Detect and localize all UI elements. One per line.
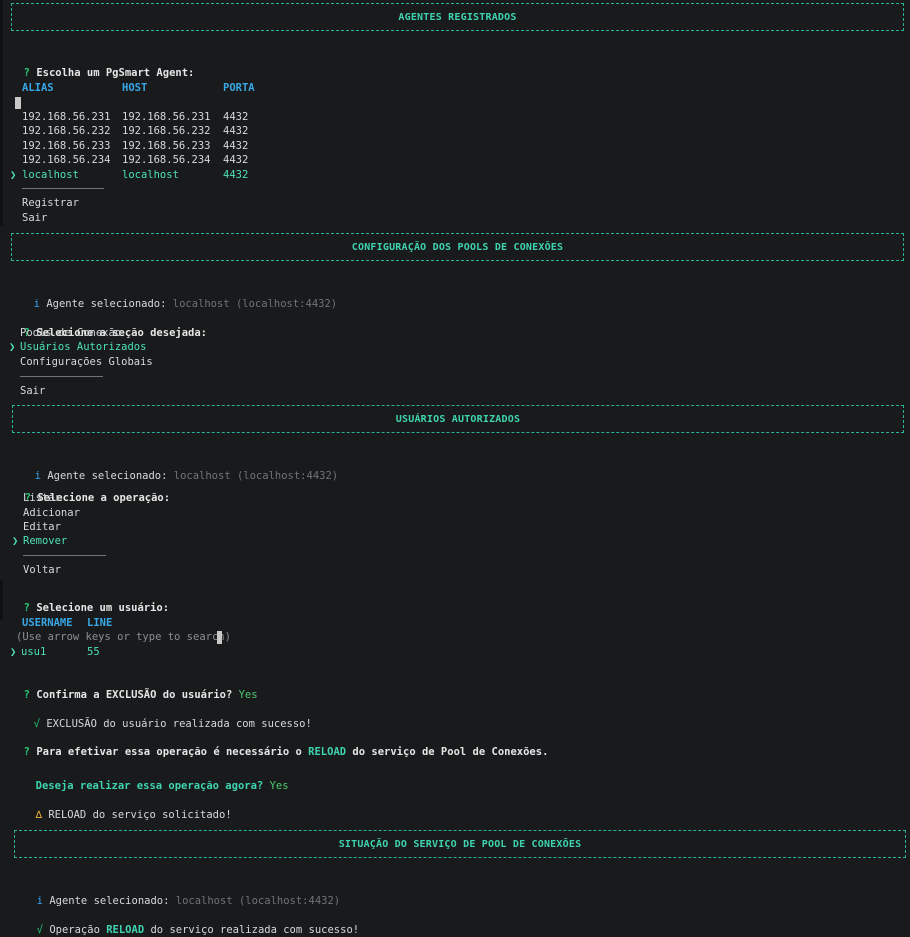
agent-host: 192.168.56.233 [122,140,211,152]
menu-separator [23,555,106,556]
info-value: localhost (localhost:4432) [175,895,341,907]
option-pools[interactable]: Pools de Conexão [20,326,121,340]
op-editar[interactable]: Editar [23,520,61,534]
pointer-icon: ❯ [10,646,17,658]
success-text: EXCLUSÃO do usuário realizada com sucess… [46,718,312,730]
warning-icon: ∆ [35,809,42,821]
question-mark: ? [23,602,30,614]
agent-alias: localhost [22,169,79,181]
agent-port: 4432 [223,125,249,137]
banner-agents: AGENTES REGISTRADOS [11,3,904,31]
agent-info-line: i Agente selecionado: localhost (localho… [24,880,340,908]
col-line-header: LINE [87,617,113,629]
banner-status: SITUAÇÃO DO SERVIÇO DE POOL DE CONEXÕES [14,830,906,858]
info-icon: i [36,895,43,907]
reload-pre: Para efetivar essa operação é necessário… [36,746,302,758]
confirm-answer: Yes [238,689,258,701]
banner-pools-config: CONFIGURAÇÃO DOS POOLS DE CONEXÕES [11,233,904,261]
menu-item-registrar[interactable]: Registrar [22,196,79,210]
pointer-icon: ❯ [12,535,19,547]
reload-now-line: Deseja realizar essa operação agora? Yes [23,765,289,793]
agent-host: 192.168.56.234 [122,154,211,166]
op-adicionar[interactable]: Adicionar [23,506,80,520]
info-icon: i [33,298,40,310]
user-name: usu1 [21,646,47,658]
info-label: Agente selecionado: [49,895,170,907]
agent-info-line: i Agente selecionado: localhost (localho… [21,283,337,311]
agent-prompt: ? Escolha um PgSmart Agent: [11,52,195,80]
agent-host: 192.168.56.231 [122,111,211,123]
agent-port: 4432 [223,154,249,166]
confirm-text: Confirma a EXCLUSÃO do usuário? [36,689,233,701]
agent-host: 192.168.56.232 [122,125,211,137]
info-label: Agente selecionado: [46,298,167,310]
op-listar[interactable]: Listar [23,491,61,505]
col-username-header: USERNAME [22,617,73,629]
terminal-cursor [217,631,222,644]
check-icon: √ [36,924,43,936]
question-mark: ? [23,746,30,758]
op-voltar[interactable]: Voltar [23,563,61,577]
col-alias-header: ALIAS [22,82,54,94]
reload-success-word: RELOAD [106,924,145,936]
user-prompt-text: Selecione um usuário: [36,602,170,614]
user-prompt: ? Selecione um usuário: [11,587,169,615]
user-line: 55 [87,646,100,658]
agent-port: 4432 [223,111,249,123]
option-usuarios[interactable]: Usuários Autorizados [20,340,146,354]
option-sair[interactable]: Sair [20,384,45,398]
col-port-header: PORTA [223,82,255,94]
reload-success-pre: Operação [49,924,100,936]
reload-now-text: Deseja realizar essa operação agora? [35,780,264,792]
question-mark: ? [23,689,30,701]
search-hint[interactable]: (Use arrow keys or type to search) [16,630,231,644]
terminal-gutter [0,580,3,620]
menu-item-sair[interactable]: Sair [22,211,47,225]
reload-word: RELOAD [308,746,347,758]
info-value: localhost (localhost:4432) [172,298,338,310]
question-mark: ? [23,67,30,79]
agent-prompt-text: Escolha um PgSmart Agent: [36,67,195,79]
reload-requested-text: RELOAD do serviço solicitado! [48,809,232,821]
agent-port: 4432 [223,169,249,181]
terminal-cursor [15,97,21,109]
agent-alias: 192.168.56.233 [22,140,111,152]
reload-prompt: ? Para efetivar essa operação é necessár… [11,731,549,759]
reload-success-post: do serviço realizada com sucesso! [150,924,360,936]
confirm-delete-line: ? Confirma a EXCLUSÃO do usuário? Yes [11,674,258,702]
agent-port: 4432 [223,140,249,152]
pointer-icon: ❯ [9,341,16,353]
reload-now-answer: Yes [269,780,289,792]
reload-success-line: √ Operação RELOAD do serviço realizada c… [24,909,359,937]
op-remover[interactable]: Remover [23,534,67,548]
terminal-gutter [0,0,3,226]
col-host-header: HOST [122,82,148,94]
agent-alias: 192.168.56.231 [22,111,111,123]
banner-users: USUÁRIOS AUTORIZADOS [12,405,904,433]
pointer-icon: ❯ [10,169,17,181]
menu-separator [20,376,103,377]
check-icon: √ [33,718,40,730]
reload-requested-line: ∆ RELOAD do serviço solicitado! [23,794,232,822]
option-config-globais[interactable]: Configurações Globais [20,355,153,369]
agent-alias: 192.168.56.234 [22,154,111,166]
info-value: localhost (localhost:4432) [173,470,339,482]
agent-alias: 192.168.56.232 [22,125,111,137]
agent-host: localhost [122,169,179,181]
menu-separator [22,188,104,189]
reload-post: do serviço de Pool de Conexões. [352,746,549,758]
delete-success-line: √ EXCLUSÃO do usuário realizada com suce… [21,703,312,731]
